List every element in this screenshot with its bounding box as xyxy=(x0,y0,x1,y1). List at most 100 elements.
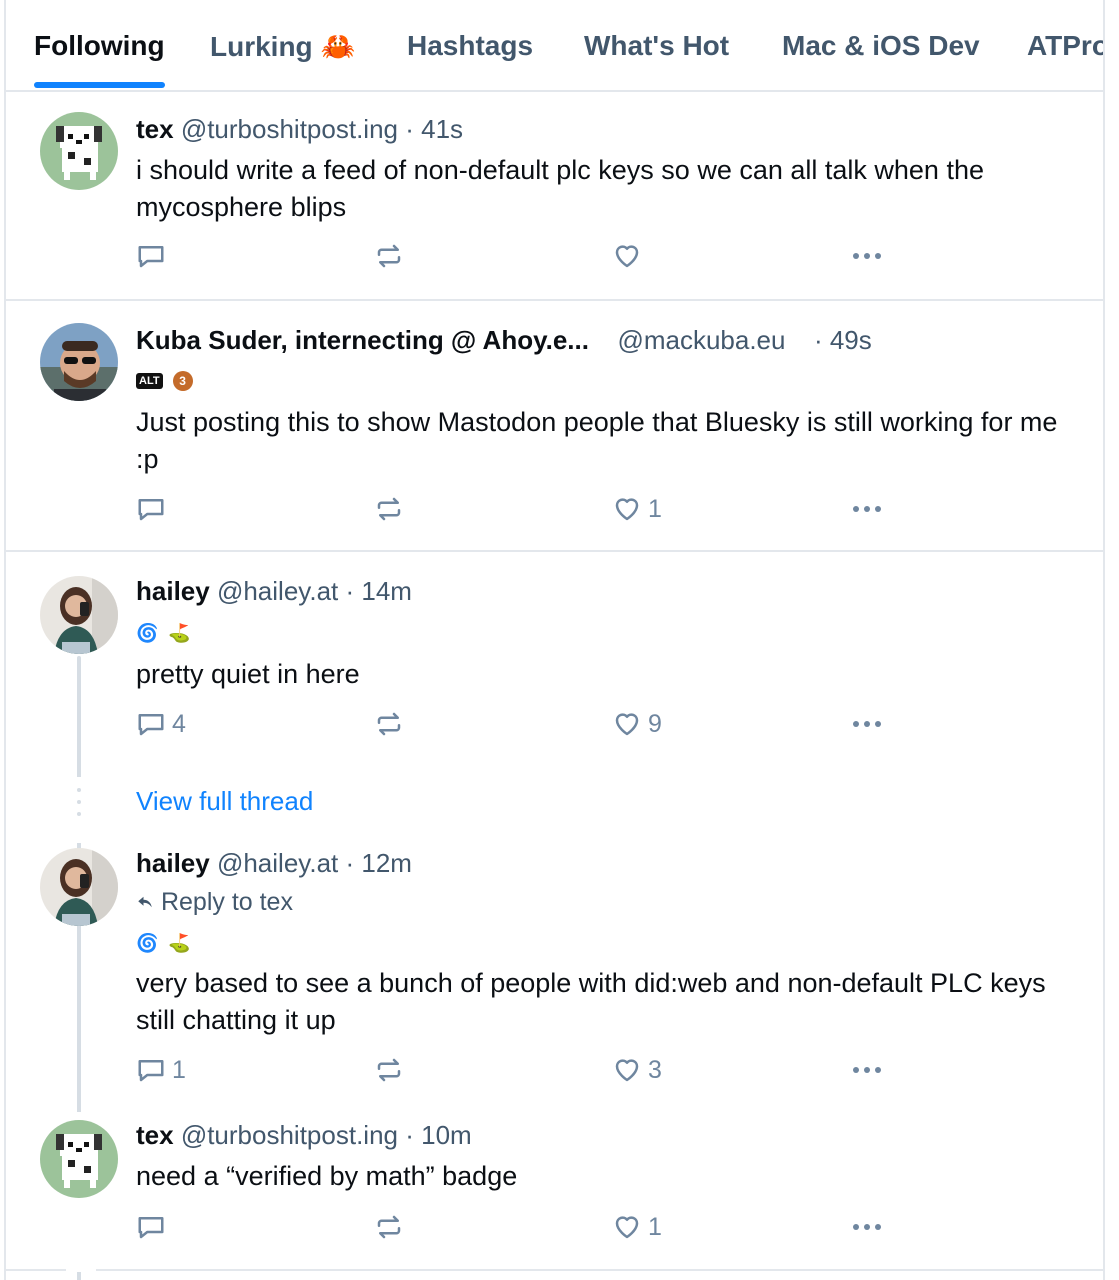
post-header: hailey @hailey.at · 14m xyxy=(136,576,412,607)
more-button[interactable] xyxy=(850,704,884,744)
reply-to-label[interactable]: Reply to tex xyxy=(136,888,293,917)
post-header: hailey @hailey.at · 12m xyxy=(136,848,412,879)
more-icon xyxy=(853,1067,881,1073)
swirl-badge-icon: 🌀 xyxy=(136,933,159,953)
more-button[interactable] xyxy=(850,236,884,276)
feed-post[interactable]: tex @turboshitpost.ing · 41s i should wr… xyxy=(6,92,1103,301)
post-actions: 1 3 xyxy=(136,1050,896,1090)
swirl-badge-icon: 🌀 xyxy=(136,623,159,643)
tab-following[interactable]: Following xyxy=(34,30,165,88)
heart-icon xyxy=(615,245,639,268)
post-time[interactable]: · 49s xyxy=(814,325,872,355)
heart-icon xyxy=(615,1059,639,1082)
tab-hashtags[interactable]: Hashtags xyxy=(407,30,533,62)
author-name[interactable]: hailey xyxy=(136,576,210,606)
post-text: Just posting this to show Mastodon peopl… xyxy=(136,407,1058,474)
more-button[interactable] xyxy=(850,1050,884,1090)
repost-button[interactable] xyxy=(374,704,410,744)
post-time[interactable]: · 10m xyxy=(405,1120,471,1150)
profile-badges: 🌀 ⛳ xyxy=(136,933,191,953)
more-icon xyxy=(853,253,881,259)
medal-icon: 3 xyxy=(172,371,193,391)
feed-tabs: Following Lurking 🦀 Hashtags What's Hot … xyxy=(6,0,1103,92)
like-button[interactable]: 1 xyxy=(612,1207,662,1247)
repost-button[interactable] xyxy=(374,489,410,529)
golf-flag-icon: ⛳ xyxy=(168,933,191,953)
avatar[interactable] xyxy=(40,1120,118,1198)
post-time[interactable]: · 14m xyxy=(346,576,412,606)
author-name[interactable]: Kuba Suder, internecting @ Ahoy.e... xyxy=(136,325,589,355)
like-button[interactable]: 1 xyxy=(612,489,662,529)
dog-avatar-icon xyxy=(40,112,118,190)
reply-icon xyxy=(138,714,164,736)
profile-badges: ALT 3 xyxy=(136,371,193,391)
profile-badges: 🌀 ⛳ xyxy=(136,623,191,643)
repost-button[interactable] xyxy=(374,1207,410,1247)
reply-button[interactable]: 1 xyxy=(136,1050,186,1090)
author-name[interactable]: tex xyxy=(136,114,174,144)
author-handle[interactable]: @turboshitpost.ing xyxy=(181,114,398,144)
tab-lurking[interactable]: Lurking 🦀 xyxy=(210,30,355,63)
thread-group: hailey @hailey.at · 14m 🌀 ⛳ pretty quiet… xyxy=(6,552,1103,1280)
feed-frame: Following Lurking 🦀 Hashtags What's Hot … xyxy=(4,0,1105,1280)
more-icon xyxy=(853,721,881,727)
post-header: tex @turboshitpost.ing · 41s xyxy=(136,114,463,145)
tab-mac-ios-dev[interactable]: Mac & iOS Dev xyxy=(782,30,980,62)
repost-button[interactable] xyxy=(374,1050,410,1090)
alt-badge: ALT xyxy=(136,373,163,389)
reply-icon xyxy=(138,499,164,521)
post-time[interactable]: · 41s xyxy=(405,114,463,144)
avatar[interactable] xyxy=(40,848,118,926)
feed-post[interactable]: Kuba Suder, internecting @ Ahoy.e... @ma… xyxy=(6,301,1103,552)
author-handle[interactable]: @hailey.at xyxy=(217,576,338,606)
person-avatar-icon xyxy=(40,323,118,401)
post-header: tex @turboshitpost.ing · 10m xyxy=(136,1120,472,1151)
post-actions xyxy=(136,236,896,276)
tab-whats-hot[interactable]: What's Hot xyxy=(584,30,729,62)
heart-icon xyxy=(615,1216,639,1239)
like-button[interactable]: 3 xyxy=(612,1050,662,1090)
reply-button[interactable] xyxy=(136,1207,172,1247)
golf-flag-icon: ⛳ xyxy=(168,623,191,643)
reply-button[interactable] xyxy=(136,489,172,529)
repost-icon xyxy=(377,244,401,268)
post-text: very based to see a bunch of people with… xyxy=(136,968,1046,1035)
like-button[interactable]: 9 xyxy=(612,704,662,744)
author-name[interactable]: hailey xyxy=(136,848,210,878)
post-text: need a “verified by math” badge xyxy=(136,1161,518,1191)
repost-icon xyxy=(377,497,401,521)
repost-icon xyxy=(377,712,401,736)
reply-arrow-icon xyxy=(138,896,152,908)
more-icon xyxy=(853,1224,881,1230)
active-tab-underline xyxy=(34,82,165,88)
post-actions: 4 9 xyxy=(136,704,896,744)
more-icon xyxy=(853,506,881,512)
heart-icon xyxy=(615,713,639,736)
post-header: Kuba Suder, internecting @ Ahoy.e... @ma… xyxy=(136,325,872,356)
author-handle[interactable]: @turboshitpost.ing xyxy=(181,1120,398,1150)
dog-avatar-icon xyxy=(40,1120,118,1198)
avatar[interactable] xyxy=(40,112,118,190)
repost-button[interactable] xyxy=(374,236,410,276)
person-avatar-icon xyxy=(40,848,118,926)
reply-button[interactable] xyxy=(136,236,172,276)
reply-icon xyxy=(138,1060,164,1082)
post-text: pretty quiet in here xyxy=(136,659,360,689)
author-handle[interactable]: @hailey.at xyxy=(217,848,338,878)
more-button[interactable] xyxy=(850,1207,884,1247)
like-button[interactable] xyxy=(612,236,648,276)
author-handle[interactable]: @mackuba.eu xyxy=(617,325,785,355)
post-time[interactable]: · 12m xyxy=(346,848,412,878)
author-name[interactable]: tex xyxy=(136,1120,174,1150)
post-actions: 1 xyxy=(136,1207,896,1247)
reply-button[interactable]: 4 xyxy=(136,704,186,744)
thread-gap-dots xyxy=(77,788,81,824)
repost-icon xyxy=(377,1215,401,1239)
avatar[interactable] xyxy=(40,323,118,401)
post-text: i should write a feed of non-default plc… xyxy=(136,155,984,222)
reply-icon xyxy=(138,246,164,268)
tab-atpro[interactable]: ATPro xyxy=(1027,30,1103,62)
more-button[interactable] xyxy=(850,489,884,529)
view-full-thread-link[interactable]: View full thread xyxy=(136,786,313,817)
avatar[interactable] xyxy=(40,576,118,654)
